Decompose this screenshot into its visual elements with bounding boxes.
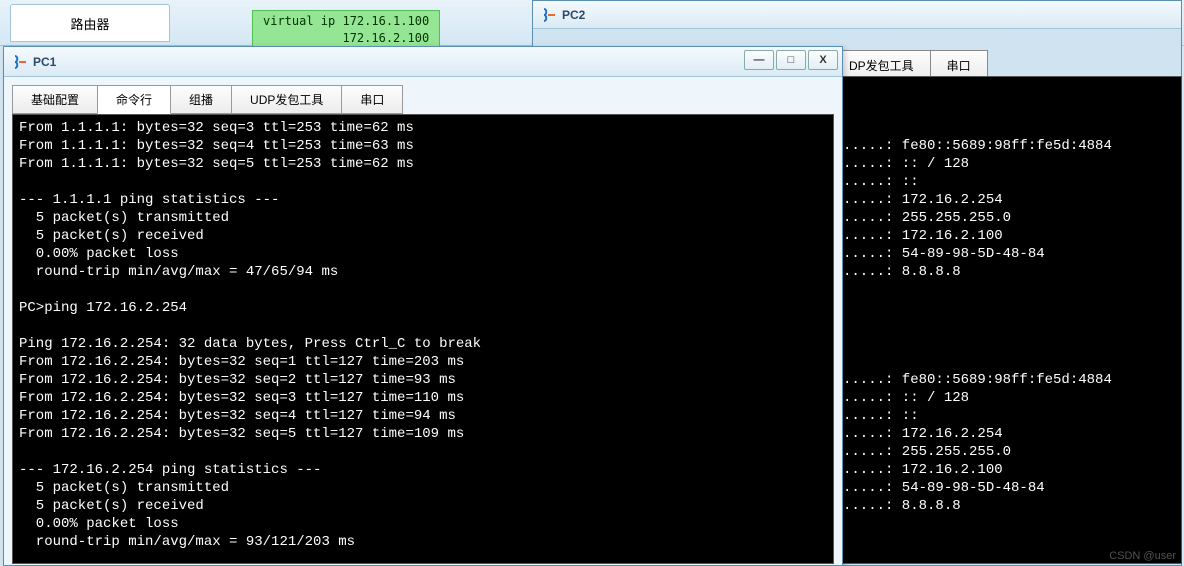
router-label: 路由器 [70,14,109,33]
pc1-title-bar[interactable]: PC1 — □ X [4,47,842,77]
virtual-ip-annotation: virtual ip 172.16.1.100 172.16.2.100 [252,10,440,50]
virtual-ip-line1: virtual ip 172.16.1.100 [263,13,429,30]
virtual-ip-line2: 172.16.2.100 [263,30,429,47]
pc1-window: PC1 — □ X 基础配置 命令行 组播 UDP发包工具 串口 From 1.… [3,46,843,566]
close-button[interactable]: X [808,50,838,70]
pc1-terminal-output[interactable]: From 1.1.1.1: bytes=32 seq=3 ttl=253 tim… [12,114,834,564]
pc2-terminal-output[interactable]: .....: fe80::5689:98ff:fe5d:4884 .....: … [832,76,1182,564]
watermark-text: CSDN @user [1109,550,1176,562]
pc2-title-text: PC2 [562,8,585,22]
pc1-title-text: PC1 [33,55,56,69]
pc1-tabs: 基础配置 命令行 组播 UDP发包工具 串口 [4,77,842,114]
router-device-tab[interactable]: 路由器 [10,4,170,42]
minimize-button[interactable]: — [744,50,774,70]
tab-command-line[interactable]: 命令行 [97,85,171,114]
window-controls: — □ X [744,50,838,70]
tab-serial[interactable]: 串口 [341,85,403,114]
maximize-button[interactable]: □ [776,50,806,70]
tab-multicast[interactable]: 组播 [170,85,232,114]
tab-basic-config[interactable]: 基础配置 [12,85,98,114]
ensp-logo-icon [12,54,28,70]
ensp-logo-icon [541,7,557,23]
tab-udp-tool[interactable]: UDP发包工具 [231,85,342,114]
pc2-title-bar[interactable]: PC2 [533,1,1181,29]
